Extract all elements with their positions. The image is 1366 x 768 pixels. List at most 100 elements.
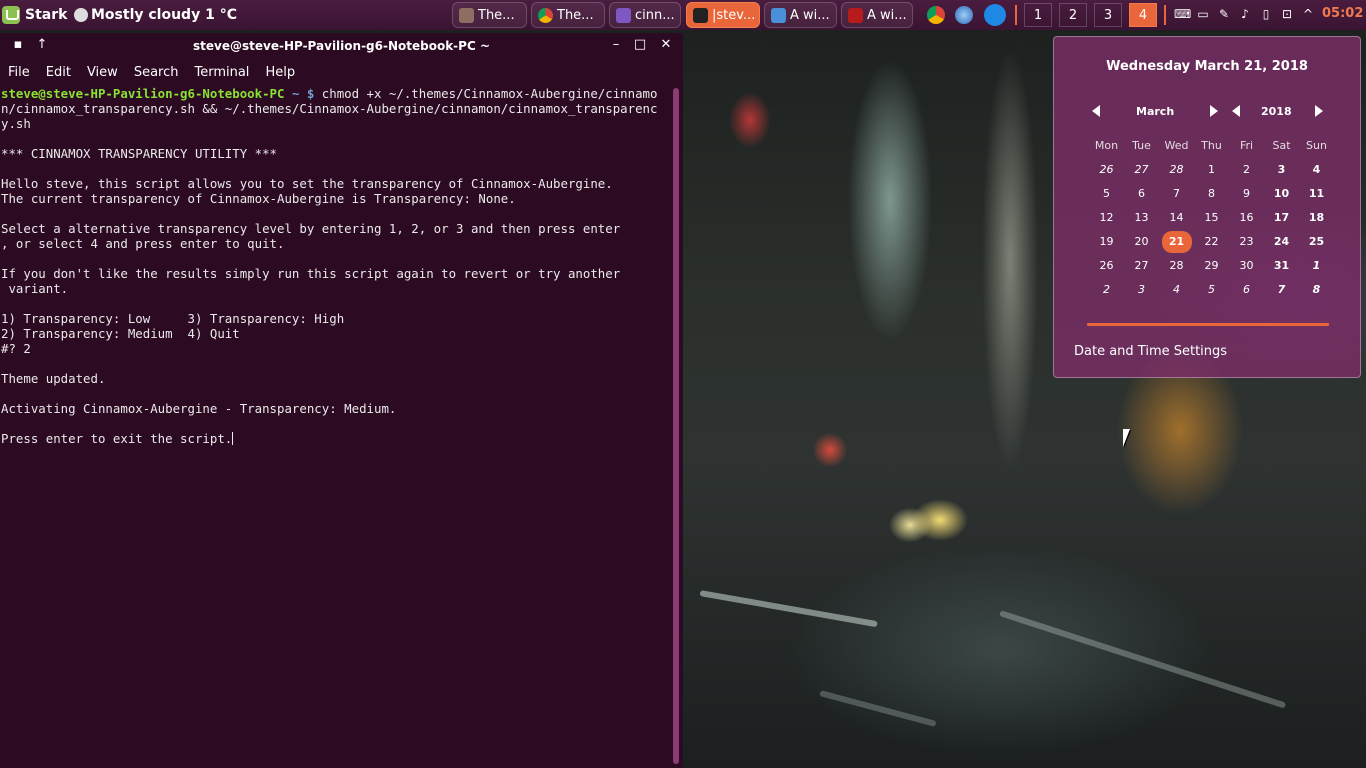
weekday-label: Thu: [1201, 139, 1222, 152]
chrome-launcher-icon[interactable]: [927, 6, 945, 24]
minimize-button[interactable]: –: [608, 37, 624, 53]
keyboard-icon[interactable]: ⌨: [1174, 7, 1191, 21]
window-titlebar[interactable]: ▪ ↑ steve@steve-HP-Pavilion-g6-Notebook-…: [0, 33, 683, 59]
next-month-button[interactable]: [1210, 105, 1218, 117]
image-icon: [848, 7, 863, 23]
prev-month-button[interactable]: [1092, 105, 1100, 117]
calendar-day[interactable]: 24: [1264, 230, 1299, 254]
calendar-day[interactable]: 7: [1159, 182, 1194, 206]
calendar-day[interactable]: 8: [1194, 182, 1229, 206]
menu-search[interactable]: Search: [126, 60, 187, 84]
weather-applet[interactable]: Mostly cloudy 1 °C: [74, 4, 237, 26]
menu-view[interactable]: View: [79, 60, 126, 84]
calendar-day[interactable]: 8: [1299, 278, 1334, 302]
calendar-day[interactable]: 1: [1299, 254, 1334, 278]
calendar-day[interactable]: 13: [1124, 206, 1159, 230]
display-icon[interactable]: ▭: [1196, 7, 1210, 21]
globe-launcher-icon[interactable]: [955, 6, 973, 24]
calendar-day[interactable]: 5: [1194, 278, 1229, 302]
calendar-day-today[interactable]: 21: [1159, 230, 1194, 254]
calendar-day[interactable]: 10: [1264, 182, 1299, 206]
chevron-up-icon[interactable]: ^: [1301, 7, 1315, 21]
terminal-output[interactable]: steve@steve-HP-Pavilion-g6-Notebook-PC ~…: [1, 86, 666, 446]
calendar-grid: Mon Tue Wed Thu Fri Sat Sun 26 27 28 1 2 3 4 5 6…: [1089, 134, 1351, 302]
taskbar-window[interactable]: A wi...: [841, 2, 913, 28]
close-button[interactable]: ✕: [658, 37, 674, 53]
taskbar-window-active[interactable]: |stev...: [686, 2, 760, 28]
calendar-week-row: 26 27 28 29 30 31 1: [1089, 254, 1351, 278]
calendar-day[interactable]: 12: [1089, 206, 1124, 230]
calendar-day-number: 11: [1308, 187, 1325, 200]
pen-icon[interactable]: ✎: [1217, 7, 1231, 21]
workspace-3[interactable]: 3: [1094, 3, 1122, 27]
clock[interactable]: 05:02: [1322, 6, 1363, 21]
calendar-day[interactable]: 22: [1194, 230, 1229, 254]
taskbar-window[interactable]: cinn...: [609, 2, 681, 28]
calendar-day[interactable]: 27: [1124, 158, 1159, 182]
calendar-day[interactable]: 9: [1229, 182, 1264, 206]
calendar-day[interactable]: 28: [1159, 254, 1194, 278]
taskbar-window[interactable]: The...: [531, 2, 605, 28]
menu-file[interactable]: File: [0, 60, 38, 84]
calendar-day[interactable]: 6: [1229, 278, 1264, 302]
calendar-day[interactable]: 26: [1089, 254, 1124, 278]
volume-icon[interactable]: ♪: [1238, 7, 1252, 21]
calendar-year: 2018: [1261, 105, 1292, 118]
menu-help[interactable]: Help: [257, 60, 303, 84]
calendar-day[interactable]: 14: [1159, 206, 1194, 230]
terminal-icon: [693, 7, 708, 23]
calendar-day-number: 5: [1208, 283, 1215, 296]
calendar-day[interactable]: 18: [1299, 206, 1334, 230]
calendar-day[interactable]: 16: [1229, 206, 1264, 230]
calendar-day[interactable]: 7: [1264, 278, 1299, 302]
taskbar-window[interactable]: The...: [452, 2, 527, 28]
calendar-day-number: 28: [1169, 163, 1184, 176]
calendar-day-number: 1: [1312, 259, 1321, 272]
calendar-day[interactable]: 19: [1089, 230, 1124, 254]
calendar-day-number: 7: [1173, 187, 1180, 200]
menu-button[interactable]: Stark: [2, 4, 67, 26]
calendar-day[interactable]: 28: [1159, 158, 1194, 182]
hp-launcher-icon[interactable]: [984, 4, 1006, 26]
calendar-day[interactable]: 2: [1089, 278, 1124, 302]
calendar-day[interactable]: 20: [1124, 230, 1159, 254]
menu-terminal[interactable]: Terminal: [186, 60, 257, 84]
workspace-1[interactable]: 1: [1024, 3, 1052, 27]
calendar-day[interactable]: 29: [1194, 254, 1229, 278]
calendar-day[interactable]: 4: [1159, 278, 1194, 302]
scrollbar[interactable]: [673, 88, 679, 764]
calendar-day[interactable]: 31: [1264, 254, 1299, 278]
calendar-day[interactable]: 27: [1124, 254, 1159, 278]
panel-separator: [1015, 5, 1017, 25]
calendar-day[interactable]: 23: [1229, 230, 1264, 254]
calendar-day[interactable]: 3: [1124, 278, 1159, 302]
battery-icon[interactable]: ▯: [1259, 7, 1273, 21]
network-icon[interactable]: ⊡: [1280, 7, 1294, 21]
taskbar-window[interactable]: A wi...: [764, 2, 837, 28]
menu-edit[interactable]: Edit: [38, 60, 79, 84]
calendar-day[interactable]: 3: [1264, 158, 1299, 182]
calendar-day[interactable]: 30: [1229, 254, 1264, 278]
terminal-menubar: File Edit View Search Terminal Help: [0, 60, 683, 84]
calendar-day-number: 16: [1239, 211, 1254, 224]
calendar-day[interactable]: 25: [1299, 230, 1334, 254]
calendar-day[interactable]: 5: [1089, 182, 1124, 206]
calendar-day[interactable]: 17: [1264, 206, 1299, 230]
calendar-day-number: 21: [1161, 231, 1192, 253]
calendar-day[interactable]: 15: [1194, 206, 1229, 230]
next-year-button[interactable]: [1315, 105, 1323, 117]
calendar-day[interactable]: 6: [1124, 182, 1159, 206]
calendar-day[interactable]: 26: [1089, 158, 1124, 182]
date-time-settings-link[interactable]: Date and Time Settings: [1074, 344, 1227, 359]
workspace-4[interactable]: 4: [1129, 3, 1157, 27]
calendar-day-number: 10: [1273, 187, 1290, 200]
maximize-button[interactable]: □: [632, 37, 648, 53]
prev-year-button[interactable]: [1232, 105, 1240, 117]
workspace-2[interactable]: 2: [1059, 3, 1087, 27]
weekday-label: Sun: [1306, 139, 1327, 152]
calendar-day[interactable]: 2: [1229, 158, 1264, 182]
calendar-day[interactable]: 1: [1194, 158, 1229, 182]
calendar-day[interactable]: 4: [1299, 158, 1334, 182]
calendar-day[interactable]: 11: [1299, 182, 1334, 206]
top-panel: Stark Mostly cloudy 1 °C The... The... c…: [0, 0, 1366, 30]
